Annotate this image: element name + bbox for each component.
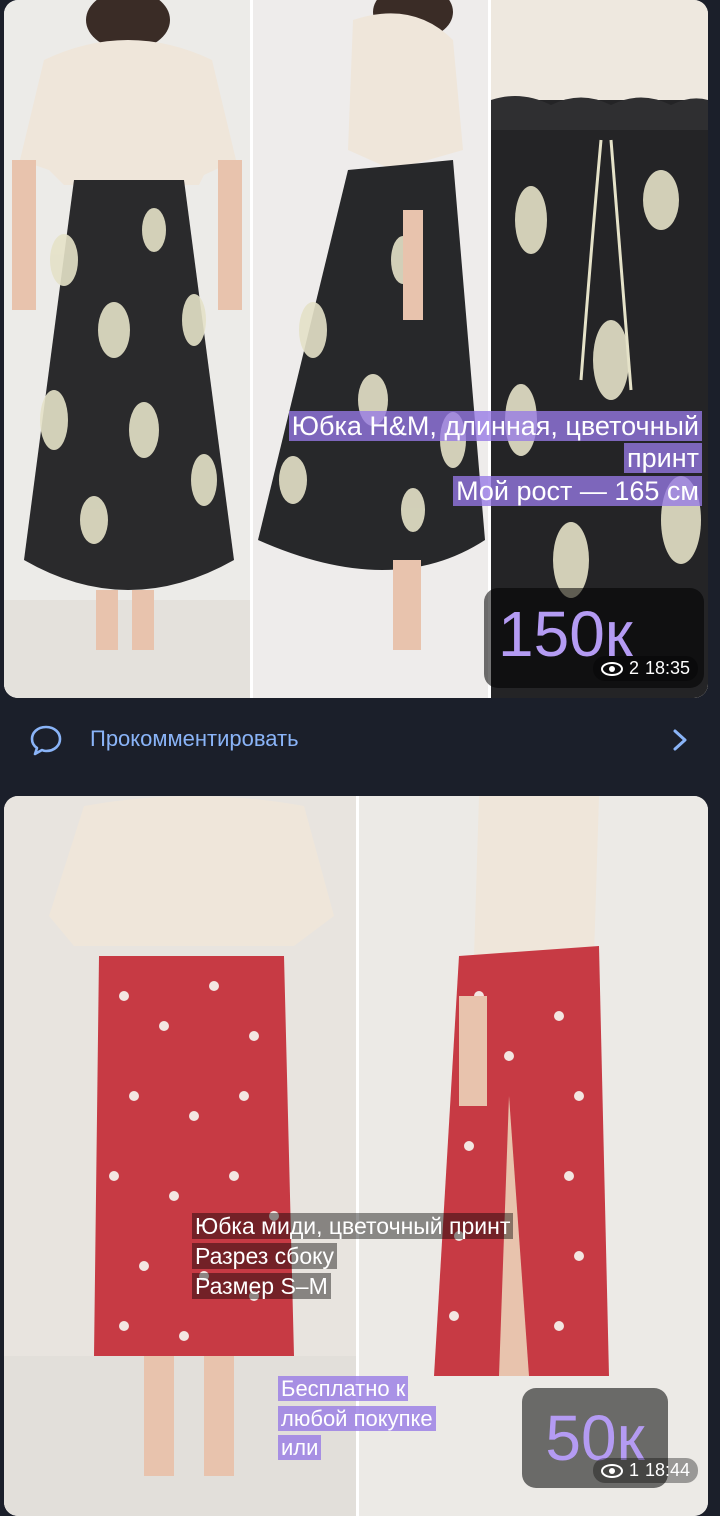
eye-icon [600,1463,623,1478]
promo-line: или [278,1435,322,1461]
chevron-right-icon[interactable] [670,726,690,754]
caption-line: Мой рост — 165 см [453,475,702,506]
promo-line: Бесплатно к [278,1376,409,1401]
comment-button-label[interactable]: Прокомментировать [90,726,299,752]
caption-line: Юбка миди, цветочный принт [192,1213,514,1239]
post-caption: Юбка H&M, длинная, цветочный принт Мой р… [142,410,702,507]
caption-line: Разрез сбоку [192,1242,337,1269]
photo-post-2[interactable]: Юбка миди, цветочный принт Разрез сбоку … [4,796,708,1516]
view-count: 1 [628,1460,639,1480]
photo-skirt-front[interactable] [4,0,250,698]
post-meta: 2 18:35 [592,656,698,681]
view-count: 2 [628,658,639,678]
eye-icon [600,661,623,676]
post-time: 18:44 [644,1460,690,1480]
post-meta: 1 18:44 [592,1458,698,1483]
promo-caption: Бесплатно к любой покупке или [278,1374,436,1463]
caption-line: Размер S–M [192,1272,331,1299]
comment-bar[interactable]: Прокомментировать [0,708,720,772]
post-caption: Юбка миди, цветочный принт Разрез сбоку … [192,1212,514,1302]
photo-post-1[interactable]: Юбка H&M, длинная, цветочный принт Мой р… [4,0,708,698]
post-time: 18:35 [644,658,690,678]
promo-line: любой покупке [278,1405,436,1431]
caption-line: Юбка H&M, длинная, цветочный [288,411,702,441]
chat-bubble-icon [30,725,62,756]
caption-line: принт [624,443,702,474]
photo-skirt-side[interactable] [253,0,488,698]
